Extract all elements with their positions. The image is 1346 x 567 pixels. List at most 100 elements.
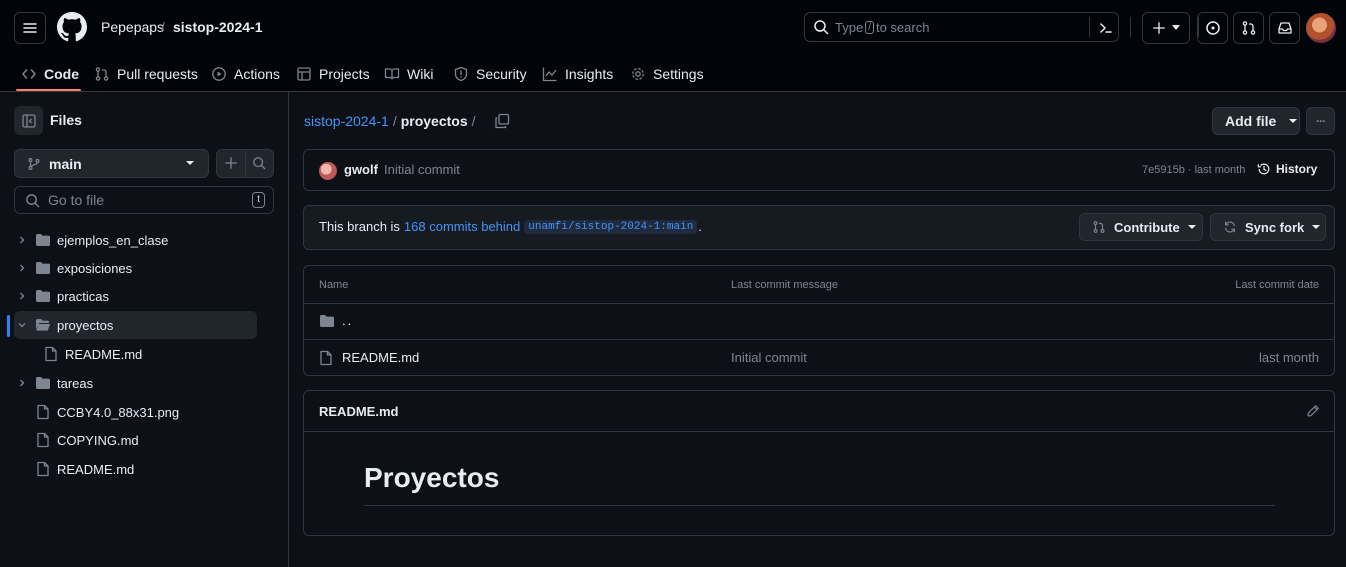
folder-icon bbox=[320, 315, 334, 327]
pull-request-icon bbox=[1242, 21, 1255, 35]
folder-icon bbox=[36, 234, 50, 246]
chevron-down-icon bbox=[1289, 119, 1298, 123]
table-icon bbox=[297, 67, 311, 81]
tree-item-label: README.md bbox=[57, 461, 135, 477]
tree-item-label: proyectos bbox=[57, 317, 114, 333]
file-commit-message[interactable]: Initial commit bbox=[731, 350, 807, 365]
plus-icon[interactable] bbox=[224, 156, 238, 170]
history-link[interactable]: History bbox=[1257, 162, 1317, 176]
tree-item-label: CCBY4.0_88x31.png bbox=[57, 404, 180, 420]
add-file-button[interactable]: Add file bbox=[1212, 107, 1300, 135]
more-options-button[interactable]: ··· bbox=[1306, 107, 1335, 135]
contribute-button[interactable]: Contribute bbox=[1079, 213, 1203, 241]
tree-item-file[interactable]: CCBY4.0_88x31.png bbox=[14, 398, 257, 426]
search-shortcut-key: / bbox=[865, 20, 874, 34]
sidebar-collapse-icon bbox=[21, 113, 36, 128]
tab-pull-requests[interactable]: Pull requests bbox=[94, 56, 198, 92]
column-header-name: Name bbox=[319, 279, 349, 291]
go-to-file-shortcut: t bbox=[252, 192, 265, 208]
tab-code[interactable]: Code bbox=[21, 56, 79, 92]
file-commit-date: last month bbox=[1259, 350, 1319, 365]
gear-icon bbox=[632, 68, 644, 80]
copy-icon[interactable] bbox=[494, 113, 510, 129]
sync-fork-button[interactable]: Sync fork bbox=[1210, 213, 1326, 241]
tree-item-file[interactable]: README.md bbox=[14, 455, 257, 483]
inbox-button[interactable] bbox=[1269, 12, 1300, 44]
go-to-file-input[interactable]: Go to file t bbox=[14, 186, 274, 214]
upstream-branch-pill[interactable]: unamfi/sistop-2024-1:main bbox=[524, 219, 698, 234]
inbox-icon bbox=[1277, 22, 1292, 34]
chevron-right-icon bbox=[14, 291, 30, 301]
tab-insights[interactable]: Insights bbox=[542, 56, 613, 92]
readme-heading-rule bbox=[364, 505, 1275, 506]
tab-label: Code bbox=[44, 66, 79, 82]
repo-owner-link[interactable]: Pepepaps bbox=[101, 19, 164, 35]
sync-icon bbox=[1225, 221, 1235, 233]
issue-icon bbox=[1205, 21, 1220, 35]
tree-item-file[interactable]: README.md bbox=[14, 340, 257, 368]
file-icon bbox=[320, 350, 332, 366]
tab-label: Pull requests bbox=[117, 66, 198, 82]
selected-indicator bbox=[7, 315, 10, 337]
commits-behind-link[interactable]: 168 commits behind bbox=[404, 219, 520, 234]
pencil-icon[interactable] bbox=[1306, 404, 1320, 418]
tree-item-folder-selected[interactable]: proyectos bbox=[14, 311, 257, 339]
commit-message[interactable]: Initial commit bbox=[384, 162, 460, 177]
tab-projects[interactable]: Projects bbox=[296, 56, 370, 92]
issues-button[interactable] bbox=[1197, 12, 1228, 44]
menu-button[interactable] bbox=[14, 12, 46, 44]
branch-selector[interactable]: main bbox=[14, 149, 209, 178]
breadcrumb-current-folder: proyectos bbox=[400, 113, 468, 129]
tree-item-file[interactable]: COPYING.md bbox=[14, 426, 257, 454]
tree-item-folder[interactable]: ejemplos_en_clase bbox=[14, 226, 257, 254]
user-avatar[interactable] bbox=[1306, 13, 1336, 43]
chevron-down-icon bbox=[1172, 25, 1180, 30]
table-row[interactable]: README.md Initial commit last month bbox=[304, 339, 1334, 375]
collapse-sidebar-button[interactable] bbox=[14, 106, 43, 135]
commit-hash-time[interactable]: 7e5915b · last month bbox=[1142, 164, 1245, 176]
go-to-file-placeholder: Go to file bbox=[48, 192, 105, 208]
tree-item-folder[interactable]: tareas bbox=[14, 369, 257, 397]
fork-status-text: This branch is 168 commits behind unamfi… bbox=[319, 219, 702, 234]
command-palette-icon[interactable] bbox=[1098, 20, 1114, 36]
tree-item-folder[interactable]: exposiciones bbox=[14, 254, 257, 282]
tab-wiki[interactable]: Wiki bbox=[384, 56, 433, 92]
file-name-link[interactable]: README.md bbox=[342, 350, 419, 365]
column-header-date: Last commit date bbox=[1235, 279, 1319, 291]
search-icon[interactable] bbox=[252, 156, 266, 170]
files-heading: Files bbox=[50, 112, 82, 128]
repo-name-link[interactable]: sistop-2024-1 bbox=[173, 19, 262, 35]
commit-author[interactable]: gwolf bbox=[344, 162, 378, 177]
tree-item-label: README.md bbox=[65, 346, 143, 362]
fork-status-bar: This branch is 168 commits behind unamfi… bbox=[303, 205, 1335, 250]
branch-name: main bbox=[49, 155, 82, 172]
graph-icon bbox=[542, 67, 557, 82]
tree-item-folder[interactable]: practicas bbox=[14, 282, 257, 310]
tab-security[interactable]: Security bbox=[453, 56, 527, 92]
create-new-button[interactable] bbox=[1142, 12, 1190, 44]
tree-actions-group bbox=[216, 149, 274, 178]
fork-status-suffix: . bbox=[698, 219, 702, 234]
github-logo-icon[interactable] bbox=[57, 12, 87, 42]
readme-title[interactable]: README.md bbox=[319, 404, 398, 419]
history-label: History bbox=[1276, 162, 1318, 176]
tab-settings[interactable]: Settings bbox=[630, 56, 704, 92]
tree-item-label: practicas bbox=[57, 288, 110, 304]
hamburger-icon bbox=[23, 23, 37, 33]
tab-actions[interactable]: Actions bbox=[211, 56, 280, 92]
readme-panel: README.md Proyectos bbox=[303, 390, 1335, 536]
readme-heading: Proyectos bbox=[364, 462, 500, 493]
parent-directory-row[interactable]: .. bbox=[304, 303, 1334, 339]
global-search-input[interactable]: Type / to search bbox=[804, 12, 1119, 42]
latest-commit-bar: gwolf Initial commit 7e5915b · last mont… bbox=[303, 149, 1335, 191]
path-separator: / bbox=[161, 19, 165, 35]
search-icon bbox=[814, 20, 829, 35]
parent-directory-label: .. bbox=[342, 313, 354, 328]
file-table: Name Last commit message Last commit dat… bbox=[303, 265, 1335, 376]
tab-label: Wiki bbox=[407, 66, 434, 82]
breadcrumb-repo-link[interactable]: sistop-2024-1 bbox=[304, 113, 389, 129]
author-avatar[interactable] bbox=[319, 162, 337, 180]
history-icon bbox=[1257, 163, 1270, 175]
pull-requests-button[interactable] bbox=[1233, 12, 1264, 44]
breadcrumb-separator: / bbox=[471, 113, 476, 129]
